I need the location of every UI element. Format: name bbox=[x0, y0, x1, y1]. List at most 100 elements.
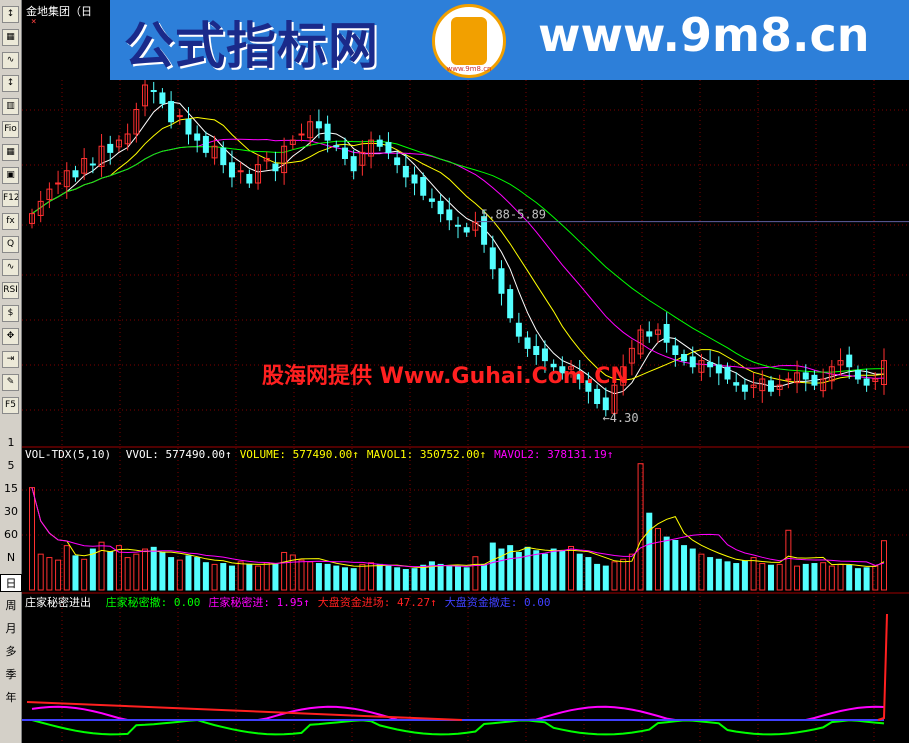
candle-24 bbox=[237, 170, 244, 173]
indicator-header: 庄家秘密进出 庄家秘密撤: 0.00 庄家秘密进: 1.95↑ 大盘资金进场: 47… bbox=[25, 594, 550, 610]
candle-79 bbox=[715, 364, 722, 374]
toolbar-icon-17[interactable]: F5 bbox=[2, 397, 19, 414]
candle-14 bbox=[150, 90, 157, 93]
volume-bar-13 bbox=[142, 548, 149, 591]
volume-bar-83 bbox=[750, 557, 757, 591]
volume-bar-11 bbox=[124, 557, 131, 591]
volume-bar-27 bbox=[263, 562, 270, 591]
close-icon[interactable]: × bbox=[31, 17, 36, 27]
toolbar-icon-7[interactable]: ▣ bbox=[2, 167, 19, 184]
period-button-0[interactable]: 1 bbox=[0, 436, 22, 449]
volume-bar-97 bbox=[872, 565, 879, 591]
candle-58 bbox=[533, 346, 540, 356]
volume-bar-78 bbox=[707, 557, 714, 591]
toolbar-icon-8[interactable]: F12 bbox=[2, 190, 19, 207]
logo-sub-text: www.9m8.cn bbox=[446, 65, 492, 73]
volume-bar-95 bbox=[854, 568, 861, 591]
volume-bar-58 bbox=[533, 550, 540, 591]
volume-bar-49 bbox=[455, 566, 461, 591]
volume-bar-82 bbox=[741, 560, 748, 591]
candle-56 bbox=[515, 322, 522, 337]
volume-bar-21 bbox=[211, 563, 218, 591]
period-button-9[interactable]: 多 bbox=[0, 643, 22, 659]
volume-bar-36 bbox=[341, 567, 348, 591]
toolbar-icon-4[interactable]: ▥ bbox=[2, 98, 19, 115]
volume-bar-98 bbox=[881, 540, 887, 591]
toolbar-icon-12[interactable]: RSI bbox=[2, 282, 19, 299]
toolbar-icon-0[interactable]: ↕ bbox=[2, 6, 19, 23]
toolbar-icon-6[interactable]: ▦ bbox=[2, 144, 19, 161]
period-button-11[interactable]: 年 bbox=[0, 689, 22, 705]
candle-3 bbox=[55, 182, 62, 185]
volume-bar-41 bbox=[385, 565, 392, 591]
volhdr-item-0: VVOL: 577490.00↑ bbox=[125, 448, 232, 461]
banner-site-name: 公式指标网 bbox=[124, 17, 379, 75]
volume-bars bbox=[29, 463, 887, 591]
volume-bar-33 bbox=[315, 563, 322, 591]
volume-bar-44 bbox=[411, 568, 418, 591]
volume-bar-66 bbox=[602, 565, 609, 591]
volume-bar-59 bbox=[541, 553, 548, 591]
volume-bar-84 bbox=[759, 563, 766, 591]
candle-22 bbox=[220, 147, 227, 166]
period-button-6[interactable]: 日 bbox=[0, 574, 22, 592]
candle-42 bbox=[394, 157, 401, 166]
indhdr-item-1: 庄家秘密进: 1.95↑ bbox=[208, 596, 310, 609]
candle-7 bbox=[89, 163, 96, 166]
period-button-8[interactable]: 月 bbox=[0, 620, 22, 636]
volume-bar-89 bbox=[802, 563, 809, 591]
toolbar-icon-5[interactable]: Fio bbox=[2, 121, 19, 138]
period-button-1[interactable]: 5 bbox=[0, 459, 22, 472]
volume-bar-19 bbox=[194, 557, 201, 591]
volume-header: VOL-TDX(5,10) VVOL: 577490.00↑ VOLUME: 57… bbox=[25, 448, 613, 461]
volhdr-item-3: MAVOL2: 378131.19↑ bbox=[494, 448, 614, 461]
volume-bar-28 bbox=[272, 563, 279, 591]
volume-bar-96 bbox=[863, 567, 870, 591]
period-button-2[interactable]: 15 bbox=[0, 482, 22, 495]
period-button-4[interactable]: 60 bbox=[0, 528, 22, 541]
volume-bar-93 bbox=[837, 563, 844, 591]
candle-16 bbox=[168, 101, 175, 123]
volume-bar-38 bbox=[359, 563, 366, 591]
volume-bar-4 bbox=[63, 545, 70, 591]
volume-bar-73 bbox=[663, 536, 670, 591]
toolbar-icon-16[interactable]: ✎ bbox=[2, 374, 19, 391]
period-button-5[interactable]: N bbox=[0, 551, 22, 564]
volume-bar-23 bbox=[228, 565, 235, 591]
toolbar-icon-2[interactable]: ∿ bbox=[2, 52, 19, 69]
volume-bar-42 bbox=[394, 567, 401, 591]
volume-bar-67 bbox=[611, 561, 618, 591]
toolbar-icon-9[interactable]: fx bbox=[2, 213, 19, 230]
candle-44 bbox=[411, 174, 418, 184]
candle-73 bbox=[663, 323, 670, 343]
toolbar-icon-15[interactable]: ⇥ bbox=[2, 351, 19, 368]
volume-bar-31 bbox=[298, 559, 305, 591]
volume-bar-48 bbox=[446, 565, 453, 591]
period-button-7[interactable]: 周 bbox=[0, 597, 22, 613]
toolbar-icon-10[interactable]: Q bbox=[2, 236, 19, 253]
toolbar-icon-3[interactable]: ↕ bbox=[2, 75, 19, 92]
indhdr-item-3: 大盘资金撤走: 0.00 bbox=[444, 596, 551, 609]
candle-94 bbox=[846, 354, 853, 368]
period-button-10[interactable]: 季 bbox=[0, 666, 22, 682]
period-button-3[interactable]: 30 bbox=[0, 505, 22, 518]
volume-bar-88 bbox=[794, 565, 801, 591]
volume-bar-63 bbox=[576, 553, 583, 591]
toolbar-icon-14[interactable]: ✥ bbox=[2, 328, 19, 345]
volume-bar-50 bbox=[463, 567, 470, 591]
toolbar-icon-11[interactable]: ∿ bbox=[2, 259, 19, 276]
volume-bar-85 bbox=[767, 564, 774, 591]
volume-bar-61 bbox=[559, 550, 566, 591]
candle-95 bbox=[854, 369, 861, 380]
volume-bar-34 bbox=[324, 563, 331, 591]
volume-bar-51 bbox=[472, 556, 479, 591]
volume-bar-86 bbox=[776, 563, 783, 591]
volume-bar-18 bbox=[185, 555, 192, 591]
indicator-red-spike bbox=[877, 613, 888, 721]
toolbar-icon-1[interactable]: ▦ bbox=[2, 29, 19, 46]
volhdr-item-1: VOLUME: 577490.00↑ bbox=[239, 448, 359, 461]
toolbar-icon-13[interactable]: $ bbox=[2, 305, 19, 322]
candle-49 bbox=[455, 224, 461, 227]
volume-bar-91 bbox=[820, 562, 827, 591]
volume-bar-43 bbox=[402, 569, 409, 591]
